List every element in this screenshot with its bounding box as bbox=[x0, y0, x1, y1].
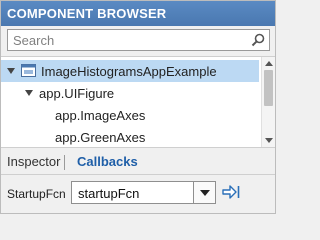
search-input[interactable] bbox=[8, 30, 244, 50]
expand-arrow-icon[interactable] bbox=[7, 68, 15, 74]
scroll-up-icon[interactable] bbox=[265, 61, 273, 66]
tree-scrollbar[interactable] bbox=[261, 57, 275, 147]
panel-title: COMPONENT BROWSER bbox=[7, 6, 167, 21]
tree-item-label: app.GreenAxes bbox=[55, 130, 146, 145]
callback-property-label: StartupFcn bbox=[7, 187, 66, 201]
chevron-down-icon bbox=[200, 190, 210, 196]
tree-item-label: app.UIFigure bbox=[39, 86, 115, 101]
component-tree: ImageHistogramsAppExample app.UIFigure a… bbox=[1, 56, 275, 148]
callback-row: StartupFcn startupFcn bbox=[1, 176, 275, 213]
expand-arrow-icon[interactable] bbox=[25, 90, 33, 96]
scroll-thumb[interactable] bbox=[264, 70, 273, 106]
tree-item-greenaxes[interactable]: app.GreenAxes bbox=[1, 126, 259, 148]
tree-item-app[interactable]: ImageHistogramsAppExample bbox=[1, 60, 259, 82]
tree-item-label: app.ImageAxes bbox=[55, 108, 146, 123]
scroll-down-icon[interactable] bbox=[265, 138, 273, 143]
tree-item-label: ImageHistogramsAppExample bbox=[41, 64, 217, 79]
tab-callbacks[interactable]: Callbacks bbox=[77, 154, 138, 169]
tree-item-uifigure[interactable]: app.UIFigure bbox=[1, 82, 259, 104]
search-icon[interactable] bbox=[251, 33, 265, 47]
search-box[interactable] bbox=[7, 29, 270, 51]
tab-inspector[interactable]: Inspector bbox=[7, 154, 60, 169]
go-to-callback-icon[interactable] bbox=[221, 183, 241, 201]
callback-select-value: startupFcn bbox=[78, 186, 140, 201]
tab-divider bbox=[64, 155, 65, 170]
callback-select[interactable]: startupFcn bbox=[71, 181, 216, 204]
dropdown-button[interactable] bbox=[193, 182, 215, 203]
app-icon bbox=[21, 64, 36, 77]
panel-titlebar: COMPONENT BROWSER bbox=[1, 1, 275, 26]
tree-item-imageaxes[interactable]: app.ImageAxes bbox=[1, 104, 259, 126]
inspector-tabs: Inspector Callbacks bbox=[1, 149, 275, 175]
component-browser-panel: COMPONENT BROWSER ImageHistogramsAppExam… bbox=[0, 0, 276, 214]
